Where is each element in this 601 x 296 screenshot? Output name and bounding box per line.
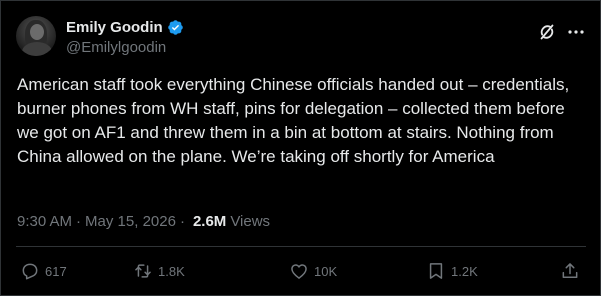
- meta-separator: ·: [179, 212, 185, 230]
- author-display-name[interactable]: Emily Goodin: [66, 19, 163, 36]
- share-button[interactable]: [560, 258, 580, 284]
- reply-count: 617: [45, 263, 67, 279]
- repost-icon: [135, 264, 151, 278]
- views-count[interactable]: 2.6M: [193, 213, 226, 230]
- verified-badge-icon[interactable]: [167, 19, 184, 36]
- heart-icon: [291, 264, 307, 279]
- reply-button[interactable]: 617: [20, 258, 67, 284]
- divider: [16, 246, 586, 247]
- like-button[interactable]: 10K: [289, 258, 337, 284]
- tweet-text: American staff took everything Chinese o…: [17, 75, 570, 166]
- grok-icon[interactable]: [537, 22, 557, 42]
- views-label: Views: [230, 212, 271, 230]
- bookmark-icon: [429, 263, 443, 279]
- tweet-date[interactable]: May 15, 2026: [85, 213, 176, 230]
- avatar-face: [30, 24, 44, 40]
- repost-button[interactable]: 1.8K: [133, 258, 185, 284]
- reply-icon: [22, 263, 38, 280]
- more-icon[interactable]: [566, 22, 586, 42]
- tweet-time[interactable]: 9:30 AM: [17, 213, 72, 230]
- author-handle[interactable]: @Emilylgoodin: [66, 39, 166, 56]
- avatar[interactable]: [16, 16, 56, 56]
- like-count: 10K: [314, 263, 338, 279]
- action-bar: 617 1.8K 10K 1.2K: [0, 258, 601, 284]
- tweet-meta: 9:30 AM · May 15, 2026 · 2.6M Views: [17, 211, 270, 231]
- bookmark-button[interactable]: 1.2K: [426, 258, 478, 284]
- repost-count: 1.8K: [158, 263, 185, 279]
- author-name-row: Emily Goodin: [66, 17, 184, 37]
- share-icon: [562, 263, 578, 278]
- meta-separator: ·: [76, 212, 82, 230]
- avatar-body: [22, 42, 52, 56]
- bookmark-count: 1.2K: [451, 263, 478, 279]
